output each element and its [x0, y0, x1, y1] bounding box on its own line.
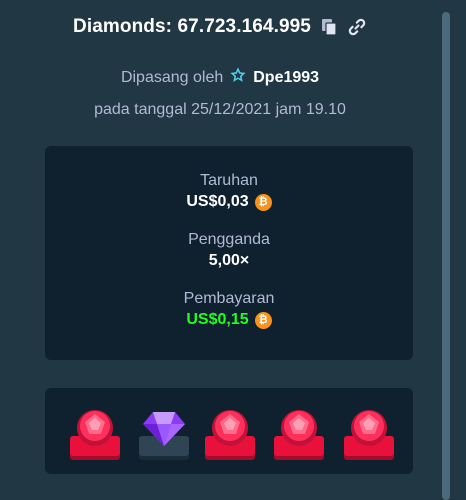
payout-stat: Pembayaran US$0,15 ₿ [45, 290, 413, 329]
link-icon[interactable] [347, 17, 367, 37]
game-header: Diamonds: 67.723.164.995 [0, 14, 440, 40]
placed-by-prefix: Dipasang oleh [120, 68, 224, 86]
multiplier-stat: Pengganda 5,00× [45, 231, 413, 270]
scrollbar[interactable] [442, 12, 450, 500]
bitcoin-icon: ₿ [254, 311, 272, 329]
bet-value-row: US$0,03 ₿ [45, 193, 413, 211]
multiplier-value: 5,00× [208, 252, 250, 269]
placed-by-line: Dipasang oleh Dpe1993 [0, 66, 440, 89]
multiplier-label: Pengganda [188, 231, 270, 248]
ruby-icon [212, 410, 248, 446]
username-link[interactable]: Dpe1993 [253, 69, 319, 87]
ruby-icon [351, 410, 387, 446]
game-title: Diamonds: 67.723.164.995 [73, 16, 311, 37]
gem-tile-ruby [65, 406, 125, 462]
gem-tile-ruby [339, 406, 399, 462]
ruby-icon [281, 410, 317, 446]
bitcoin-icon: ₿ [254, 193, 272, 211]
bet-details-card: Taruhan US$0,03 ₿ Pengganda 5,00× Pembay… [45, 146, 413, 360]
date-line: pada tanggal 25/12/2021 jam 19.10 [94, 101, 346, 118]
payout-value-row: US$0,15 ₿ [45, 311, 413, 329]
amethyst-icon [143, 412, 185, 446]
star-badge-icon [229, 66, 247, 89]
gem-tile-ruby [269, 406, 329, 462]
payout-value: US$0,15 [186, 311, 249, 328]
bet-stat: Taruhan US$0,03 ₿ [45, 172, 413, 211]
gem-tile-amethyst [134, 406, 194, 462]
copy-icon[interactable] [319, 17, 339, 37]
gem-tile-ruby [200, 406, 260, 462]
ruby-icon [77, 410, 113, 446]
scrollbar-thumb[interactable] [442, 12, 450, 500]
gem-tiles-board [45, 388, 413, 474]
bet-value: US$0,03 [186, 193, 249, 210]
bet-label: Taruhan [200, 172, 258, 189]
payout-label: Pembayaran [183, 290, 275, 307]
